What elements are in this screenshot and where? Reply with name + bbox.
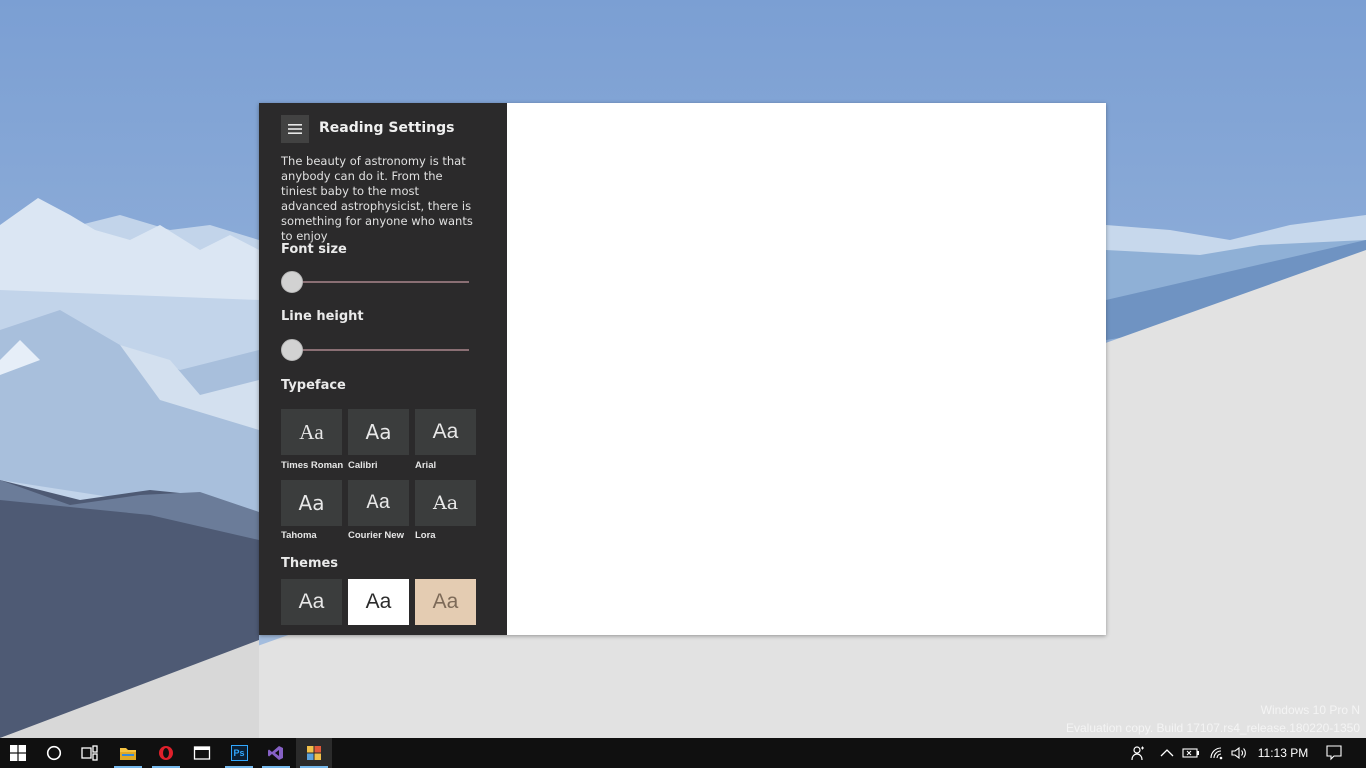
opera-icon xyxy=(159,746,173,760)
chevron-up-icon xyxy=(1160,749,1174,757)
taskbar: Ps 11:13 PM xyxy=(0,738,1366,768)
typeface-option-times-roman[interactable]: Aa xyxy=(281,409,342,455)
typeface-caption: Tahoma xyxy=(281,530,317,541)
speaker-icon xyxy=(1231,746,1246,760)
typeface-label: Typeface xyxy=(281,378,346,393)
reading-settings-pane: Reading Settings The beauty of astronomy… xyxy=(259,103,507,635)
hamburger-icon xyxy=(288,124,302,134)
line-height-slider-track xyxy=(291,349,469,351)
line-height-label: Line height xyxy=(281,309,364,324)
pane-title: Reading Settings xyxy=(319,120,455,136)
reading-app-window: Reading Settings The beauty of astronomy… xyxy=(259,103,1106,635)
typeface-preview: Aa xyxy=(298,491,325,515)
start-button[interactable] xyxy=(0,738,36,768)
photoshop-icon: Ps xyxy=(230,745,248,761)
typeface-caption: Arial xyxy=(415,460,437,471)
theme-preview: Aa xyxy=(298,590,325,613)
volume-button[interactable] xyxy=(1229,738,1249,768)
taskbar-clock[interactable]: 11:13 PM xyxy=(1252,738,1314,768)
typeface-preview: Aa xyxy=(432,492,459,514)
visual-studio-button[interactable] xyxy=(258,738,294,768)
typeface-caption: Courier New xyxy=(348,530,404,541)
action-center-button[interactable] xyxy=(1320,738,1348,768)
opera-button[interactable] xyxy=(148,738,184,768)
typeface-preview: Aa xyxy=(299,419,324,444)
reading-content-area[interactable] xyxy=(507,103,1106,635)
font-size-slider-track xyxy=(291,281,469,283)
typeface-option-arial[interactable]: Aa xyxy=(415,409,476,455)
task-view-button[interactable] xyxy=(72,738,108,768)
visual-studio-icon xyxy=(268,746,283,760)
typeface-option-courier-new[interactable]: Aa xyxy=(348,480,409,526)
typeface-caption: Lora xyxy=(415,530,436,541)
line-height-slider[interactable] xyxy=(281,339,469,361)
file-explorer-button[interactable] xyxy=(110,738,146,768)
notification-icon xyxy=(1326,745,1342,761)
theme-option-light[interactable]: Aa xyxy=(348,579,409,625)
cortana-icon xyxy=(46,745,62,761)
folder-icon xyxy=(120,748,136,760)
font-size-label: Font size xyxy=(281,242,347,257)
windows-watermark: Windows 10 Pro N Evaluation copy. Build … xyxy=(1066,701,1360,737)
network-button[interactable] xyxy=(1207,738,1227,768)
typeface-option-calibri[interactable]: Aa xyxy=(348,409,409,455)
battery-button[interactable] xyxy=(1181,738,1201,768)
watermark-build: Evaluation copy. Build 17107.rs4_release… xyxy=(1066,721,1360,735)
line-height-slider-thumb[interactable] xyxy=(281,339,303,361)
window-app-button[interactable] xyxy=(184,738,220,768)
font-size-slider[interactable] xyxy=(281,271,469,293)
battery-icon xyxy=(1182,748,1199,758)
typeface-option-lora[interactable]: Aa xyxy=(415,480,476,526)
theme-option-sepia[interactable]: Aa xyxy=(415,579,476,625)
photoshop-button[interactable]: Ps xyxy=(221,738,257,768)
sample-text-preview: The beauty of astronomy is that anybody … xyxy=(281,154,473,243)
typeface-caption: Calibri xyxy=(348,460,378,471)
reading-app-button[interactable] xyxy=(296,738,332,768)
typeface-preview: Aa xyxy=(365,420,392,444)
typeface-option-tahoma[interactable]: Aa xyxy=(281,480,342,526)
theme-preview: Aa xyxy=(432,590,459,613)
reading-app-icon xyxy=(307,746,321,760)
show-hidden-icons-button[interactable] xyxy=(1158,738,1176,768)
font-size-slider-thumb[interactable] xyxy=(281,271,303,293)
window-app-icon xyxy=(193,746,211,760)
hamburger-menu-button[interactable] xyxy=(281,115,309,143)
cortana-button[interactable] xyxy=(36,738,72,768)
theme-preview: Aa xyxy=(365,590,392,613)
people-button[interactable] xyxy=(1128,738,1148,768)
theme-option-dark[interactable]: Aa xyxy=(281,579,342,625)
people-icon xyxy=(1131,746,1144,761)
typeface-preview: Aa xyxy=(432,420,459,443)
task-view-icon xyxy=(81,745,98,761)
wifi-icon xyxy=(1210,747,1223,760)
themes-label: Themes xyxy=(281,556,339,571)
typeface-caption: Times Roman xyxy=(281,460,344,471)
windows-logo-icon xyxy=(10,745,26,761)
watermark-edition: Windows 10 Pro N xyxy=(1260,703,1360,717)
typeface-preview: Aa xyxy=(366,491,391,515)
